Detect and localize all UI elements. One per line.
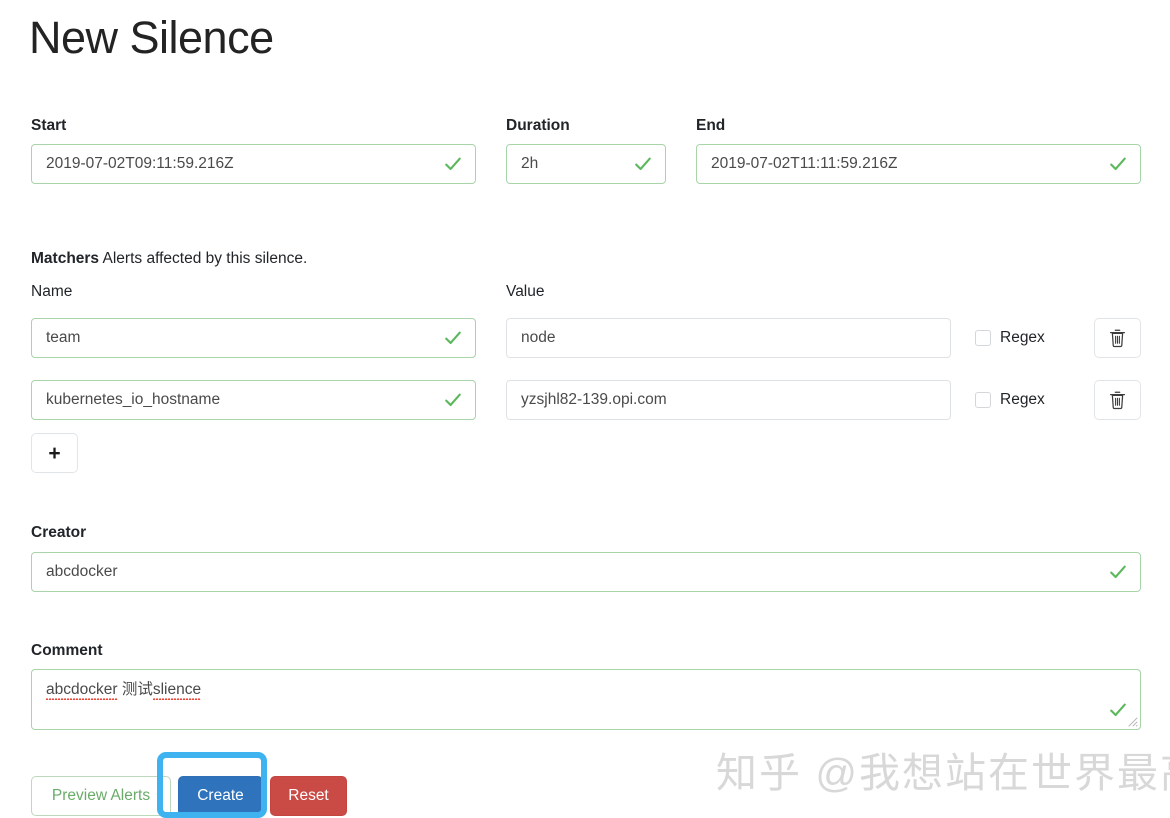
matcher-name-column-label: Name [31,283,72,302]
reset-label: Reset [288,788,329,804]
check-icon [1108,154,1128,174]
delete-matcher-button[interactable] [1094,318,1141,358]
comment-segment: abcdocker [46,681,118,700]
matcher-value-column-label: Value [506,283,545,302]
regex-checkbox[interactable] [975,330,991,346]
check-icon [633,154,653,174]
matcher-regex-toggle[interactable]: Regex [975,380,1045,420]
matcher-name-input[interactable]: kubernetes_io_hostname [31,380,476,420]
trash-icon [1109,391,1126,410]
preview-alerts-label: Preview Alerts [52,788,150,804]
matcher-value-value: node [521,330,555,346]
new-silence-page: New Silence Start 2019-07-02T09:11:59.21… [0,0,1170,818]
comment-segment: slience [153,681,201,700]
comment-textarea[interactable]: abcdocker 测试slience [31,669,1141,730]
reset-button[interactable]: Reset [270,776,347,816]
matcher-value-input[interactable]: node [506,318,951,358]
creator-label: Creator [31,524,86,543]
create-label: Create [197,788,244,804]
preview-alerts-button[interactable]: Preview Alerts [31,776,171,816]
check-icon [1108,562,1128,582]
create-button[interactable]: Create [178,776,263,816]
regex-label: Regex [1000,330,1045,346]
end-input[interactable]: 2019-07-02T11:11:59.216Z [696,144,1141,184]
matcher-name-value: team [46,330,80,346]
watermark: 知乎 @我想站在世界最高峰 [716,748,1170,799]
creator-input[interactable]: abcdocker [31,552,1141,592]
add-matcher-button[interactable]: + [31,433,78,473]
start-label: Start [31,117,66,136]
start-input-value: 2019-07-02T09:11:59.216Z [46,156,234,172]
check-icon [443,154,463,174]
comment-segment: 测试 [118,681,153,698]
matcher-value-value: yzsjhl82-139.opi.com [521,392,667,408]
end-input-value: 2019-07-02T11:11:59.216Z [711,156,897,172]
start-input[interactable]: 2019-07-02T09:11:59.216Z [31,144,476,184]
matchers-heading-strong: Matchers [31,250,99,267]
duration-input-value: 2h [521,156,538,172]
regex-label: Regex [1000,392,1045,408]
creator-input-value: abcdocker [46,564,118,580]
duration-input[interactable]: 2h [506,144,666,184]
matcher-regex-toggle[interactable]: Regex [975,318,1045,358]
delete-matcher-button[interactable] [1094,380,1141,420]
matcher-value-input[interactable]: yzsjhl82-139.opi.com [506,380,951,420]
check-icon [443,390,463,410]
end-label: End [696,117,725,136]
matchers-heading-description: Alerts affected by this silence. [103,250,308,267]
plus-icon: + [48,443,60,464]
comment-label: Comment [31,642,102,661]
trash-icon [1109,329,1126,348]
matchers-heading: Matchers Alerts affected by this silence… [31,250,307,269]
check-icon [443,328,463,348]
matcher-name-value: kubernetes_io_hostname [46,392,220,408]
regex-checkbox[interactable] [975,392,991,408]
matcher-name-input[interactable]: team [31,318,476,358]
resize-handle-icon[interactable] [1125,714,1138,727]
page-title: New Silence [29,12,274,64]
duration-label: Duration [506,117,570,136]
comment-textarea-value: abcdocker 测试slience [46,680,201,699]
